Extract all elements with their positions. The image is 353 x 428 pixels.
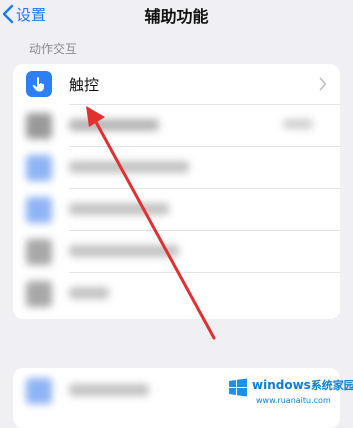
watermark-brand: windows系统家园 xyxy=(252,378,353,392)
hand-touch-icon xyxy=(26,71,52,97)
row-blurred[interactable] xyxy=(13,147,340,187)
watermark-url: www.ruanaitu.com xyxy=(256,396,331,405)
row-blurred[interactable] xyxy=(13,273,340,313)
row-label: 触控 xyxy=(69,76,100,94)
section-header: 动作交互 xyxy=(29,42,78,56)
chevron-right-icon xyxy=(319,77,327,91)
settings-group: 触控 xyxy=(13,64,340,319)
nav-bar: 设置 辅助功能 xyxy=(0,0,353,30)
row-touch[interactable]: 触控 xyxy=(13,64,340,104)
row-blurred[interactable] xyxy=(13,189,340,229)
windows-logo-icon xyxy=(229,378,247,397)
row-blurred[interactable] xyxy=(13,231,340,271)
row-blurred[interactable] xyxy=(13,105,340,145)
page-title: 辅助功能 xyxy=(144,7,209,26)
watermark: windows系统家园 www.ruanaitu.com xyxy=(226,375,353,412)
